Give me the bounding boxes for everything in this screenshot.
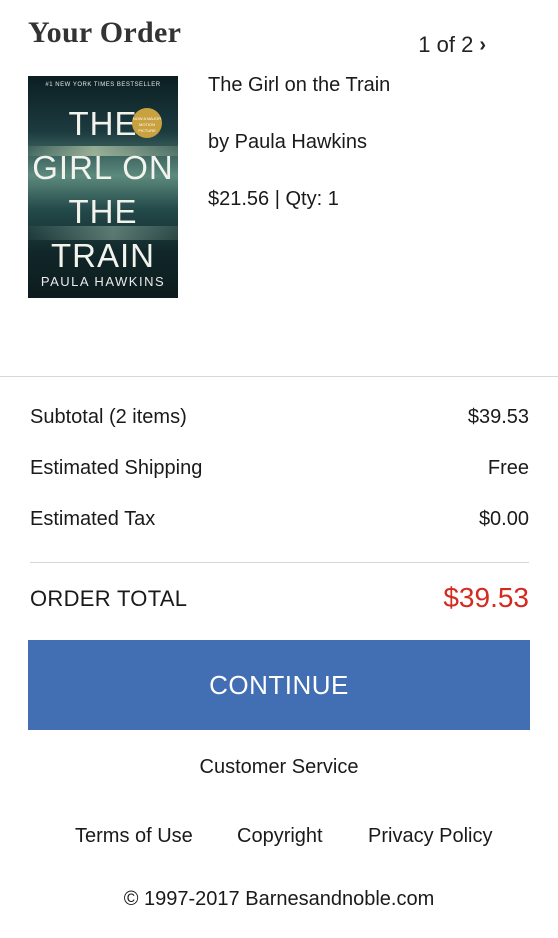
pager-text: 1 of 2	[418, 32, 474, 57]
book-author: by Paula Hawkins	[208, 131, 367, 153]
copyright-notice: © 1997-2017 Barnesandnoble.com	[123, 888, 435, 910]
subtotal-value: $39.53	[467, 406, 529, 428]
continue-button[interactable]: CONTINUE	[28, 640, 530, 730]
book-title[interactable]: The Girl on the Train	[208, 74, 390, 97]
shipping-value: Free	[487, 457, 529, 479]
cover-tagline: #1 NEW YORK TIMES BESTSELLER	[45, 82, 161, 88]
order-pager[interactable]: 1 of 2 ›	[418, 32, 486, 58]
order-total-value: $39.53	[443, 582, 529, 613]
customer-service-link[interactable]: Customer Service	[0, 756, 558, 779]
section-divider	[0, 376, 558, 377]
cover-seal: NOW A MAJOR MOTION PICTURE	[132, 108, 162, 138]
book-cover-image[interactable]: #1 NEW YORK TIMES BESTSELLER THE GIRL ON…	[28, 76, 178, 298]
subtotal-row: Subtotal (2 items) $39.53	[30, 400, 529, 451]
privacy-policy-link[interactable]: Privacy Policy	[368, 825, 492, 848]
cover-author: PAULA HAWKINS	[40, 274, 166, 289]
shipping-label: Estimated Shipping	[30, 457, 203, 479]
book-price-qty: $21.56 | Qty: 1	[208, 188, 339, 210]
summary-divider	[30, 562, 529, 563]
copyright-link[interactable]: Copyright	[237, 825, 323, 848]
order-header: Your Order 1 of 2 ›	[0, 0, 558, 70]
order-item: #1 NEW YORK TIMES BESTSELLER THE GIRL ON…	[28, 74, 528, 298]
order-summary: Subtotal (2 items) $39.53 Estimated Ship…	[30, 400, 529, 553]
order-total-label: ORDER TOTAL	[30, 586, 188, 611]
shipping-row: Estimated Shipping Free	[30, 451, 529, 502]
order-total-row: ORDER TOTAL $39.53	[30, 582, 529, 618]
chevron-right-icon[interactable]: ›	[479, 34, 486, 57]
tax-label: Estimated Tax	[30, 508, 156, 530]
subtotal-label: Subtotal (2 items)	[30, 406, 187, 428]
tax-row: Estimated Tax $0.00	[30, 502, 529, 553]
terms-of-use-link[interactable]: Terms of Use	[75, 825, 193, 848]
tax-value: $0.00	[478, 508, 529, 530]
page-title: Your Order	[28, 16, 182, 49]
